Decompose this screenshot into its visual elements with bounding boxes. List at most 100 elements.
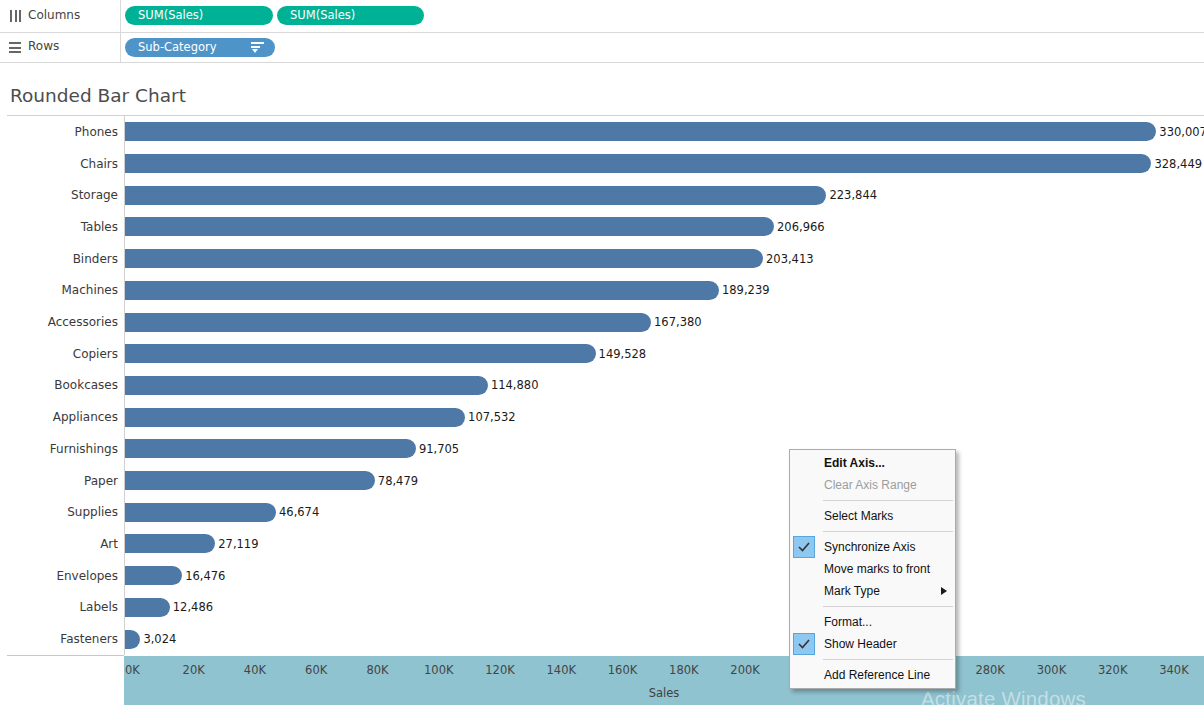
- value-label: 78,479: [378, 474, 418, 488]
- bar-row: Fasteners 3,024: [0, 623, 1204, 655]
- bar-area: 206,966: [125, 217, 1204, 236]
- bar[interactable]: [125, 344, 596, 363]
- menu-item-edit-axis[interactable]: Edit Axis...: [790, 452, 955, 474]
- menu-item-add-reference-line[interactable]: Add Reference Line: [790, 664, 955, 686]
- menu-item-show-header[interactable]: Show Header: [790, 633, 955, 655]
- value-label: 27,119: [218, 537, 258, 551]
- category-label[interactable]: Storage: [0, 188, 120, 202]
- category-label[interactable]: Paper: [0, 474, 120, 488]
- category-label[interactable]: Bookcases: [0, 378, 120, 392]
- sort-descending-icon[interactable]: [251, 42, 265, 53]
- bar-area: 78,479: [125, 471, 1204, 490]
- x-tick-label: 340K: [1159, 663, 1189, 677]
- category-label[interactable]: Fasteners: [0, 632, 120, 646]
- bar-row: Furnishings 91,705: [0, 433, 1204, 465]
- shelf-divider: [120, 0, 121, 62]
- bar-row: Machines189,239: [0, 275, 1204, 307]
- bar[interactable]: [125, 122, 1156, 141]
- menu-item-mark-type[interactable]: Mark Type: [790, 580, 955, 602]
- bar-row: Paper 78,479: [0, 465, 1204, 497]
- rows-icon: [9, 42, 21, 54]
- value-label: 167,380: [654, 315, 702, 329]
- bar[interactable]: [125, 534, 215, 553]
- category-label[interactable]: Supplies: [0, 505, 120, 519]
- pill-label: SUM(Sales): [277, 8, 355, 22]
- bar-area: 3,024: [125, 630, 1204, 649]
- x-axis-title: Sales: [649, 686, 680, 700]
- axis-context-menu: Edit Axis...Clear Axis RangeSelect Marks…: [789, 449, 956, 689]
- x-tick-label: 280K: [975, 663, 1005, 677]
- bar[interactable]: [125, 471, 375, 490]
- pill-sub-category[interactable]: Sub-Category: [125, 38, 275, 57]
- bar-row: Copiers 149,528: [0, 338, 1204, 370]
- bar[interactable]: [125, 217, 774, 236]
- category-label[interactable]: Tables: [0, 220, 120, 234]
- menu-separator: [823, 531, 953, 532]
- menu-item-move-marks-to-front[interactable]: Move marks to front: [790, 558, 955, 580]
- bar-area: 16,476: [125, 566, 1204, 585]
- pill-sum-sales-2[interactable]: SUM(Sales): [277, 6, 424, 25]
- bar-row: Labels12,486: [0, 592, 1204, 624]
- category-label[interactable]: Art: [0, 537, 120, 551]
- category-label[interactable]: Chairs: [0, 157, 120, 171]
- bar[interactable]: [125, 408, 465, 427]
- rows-shelf-label: Rows: [28, 39, 59, 53]
- category-label[interactable]: Envelopes: [0, 569, 120, 583]
- category-label[interactable]: Binders: [0, 252, 120, 266]
- checkmark-icon: [793, 633, 815, 655]
- value-label: 328,449: [1154, 157, 1202, 171]
- columns-shelf-label: Columns: [28, 8, 80, 22]
- bar[interactable]: [125, 439, 416, 458]
- bar[interactable]: [125, 566, 182, 585]
- bar-row: Tables 206,966: [0, 211, 1204, 243]
- menu-item-synchronize-axis[interactable]: Synchronize Axis: [790, 536, 955, 558]
- bar[interactable]: [125, 313, 651, 332]
- bar[interactable]: [125, 186, 826, 205]
- bar[interactable]: [125, 376, 488, 395]
- x-tick-label: 300K: [1037, 663, 1067, 677]
- category-label[interactable]: Labels: [0, 600, 120, 614]
- submenu-arrow-icon: [941, 587, 947, 595]
- value-label: 330,007: [1159, 125, 1204, 139]
- category-label[interactable]: Furnishings: [0, 442, 120, 456]
- pill-label: SUM(Sales): [125, 8, 203, 22]
- bar-row: Accessories 167,380: [0, 306, 1204, 338]
- bar[interactable]: [125, 630, 140, 649]
- x-tick-label: 60K: [305, 663, 327, 677]
- bar-area: 27,119: [125, 534, 1204, 553]
- checkmark-icon: [793, 536, 815, 558]
- x-tick-label: 320K: [1098, 663, 1128, 677]
- x-tick-label: 100K: [424, 663, 454, 677]
- x-tick-label: 20K: [183, 663, 205, 677]
- bar[interactable]: [125, 154, 1151, 173]
- bar[interactable]: [125, 598, 170, 617]
- value-label: 223,844: [829, 188, 877, 202]
- category-label[interactable]: Phones: [0, 125, 120, 139]
- bar-row: Appliances 107,532: [0, 401, 1204, 433]
- bar-chart: Phones 330,007 Chairs 328,449 Storage 223,844…: [0, 116, 1204, 655]
- value-label: 206,966: [777, 220, 825, 234]
- category-label[interactable]: Machines: [0, 283, 120, 297]
- bar-row: Chairs 328,449: [0, 148, 1204, 180]
- category-label[interactable]: Copiers: [0, 347, 120, 361]
- x-tick-label: 80K: [366, 663, 388, 677]
- menu-separator: [823, 659, 953, 660]
- bar[interactable]: [125, 249, 763, 268]
- menu-item-select-marks[interactable]: Select Marks: [790, 505, 955, 527]
- value-label: 149,528: [599, 347, 647, 361]
- bar[interactable]: [125, 503, 276, 522]
- value-label: 3,024: [143, 632, 176, 646]
- x-tick-label: 200K: [730, 663, 760, 677]
- bar-area: 203,413: [125, 249, 1204, 268]
- bar-row: Binders 203,413: [0, 243, 1204, 275]
- value-label: 107,532: [468, 410, 516, 424]
- bar[interactable]: [125, 281, 719, 300]
- bar-area: 91,705: [125, 439, 1204, 458]
- menu-separator: [823, 500, 953, 501]
- menu-item-format[interactable]: Format...: [790, 611, 955, 633]
- category-label[interactable]: Accessories: [0, 315, 120, 329]
- value-label: 91,705: [419, 442, 459, 456]
- value-label: 114,880: [491, 378, 539, 392]
- category-label[interactable]: Appliances: [0, 410, 120, 424]
- pill-sum-sales-1[interactable]: SUM(Sales): [125, 6, 273, 25]
